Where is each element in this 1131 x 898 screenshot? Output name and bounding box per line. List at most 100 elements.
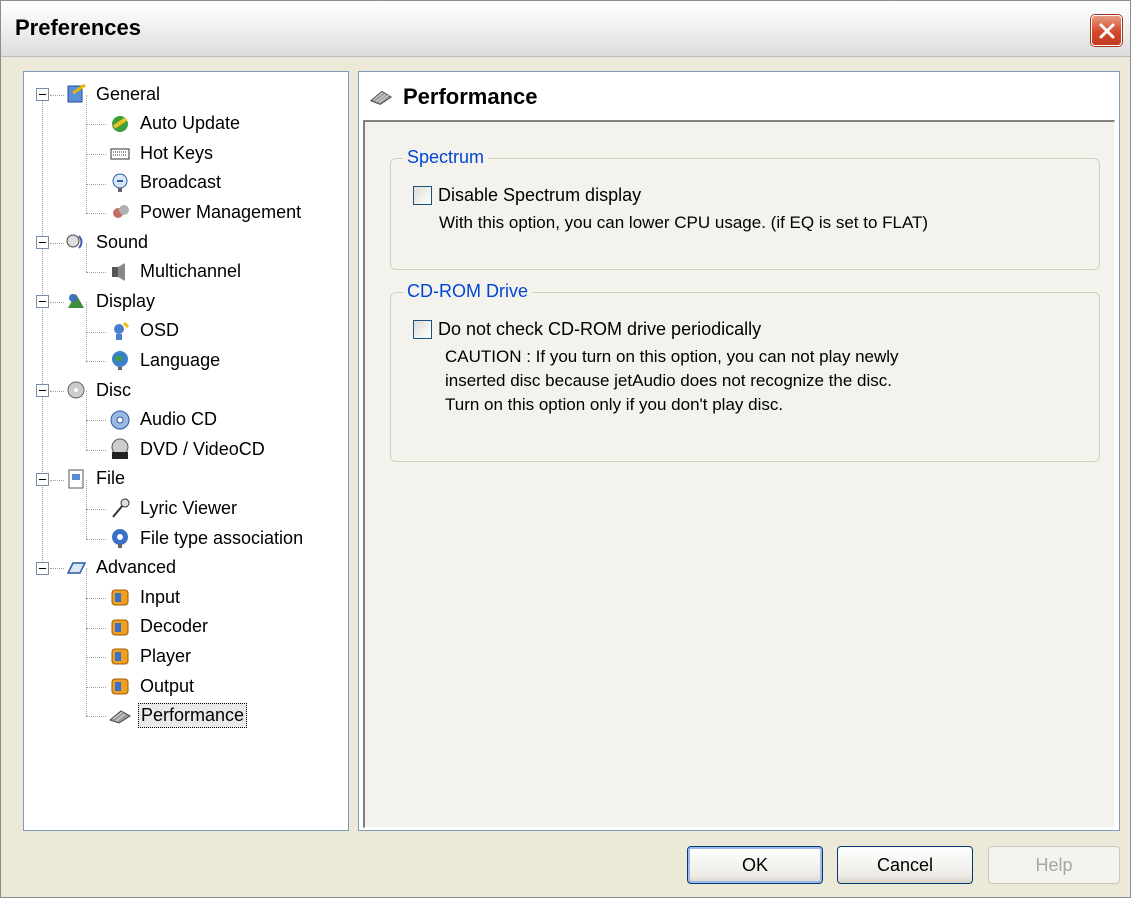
tree-category[interactable]: Sound [64,228,150,256]
collapse-toggle[interactable] [36,561,49,575]
tree-item[interactable]: Broadcast [108,169,223,197]
collapse-toggle[interactable] [36,384,49,397]
tree-item[interactable]: Hot Keys [108,139,215,167]
spectrum-group-title: Spectrum [403,147,489,168]
caution-line: Turn on this option only if you don't pl… [445,395,784,414]
collapse-toggle[interactable] [36,472,49,486]
collapse-toggle[interactable] [36,236,49,249]
tree-connector [86,538,106,540]
tree-connector [86,420,106,422]
settings-panel: Performance Spectrum Disable Spectrum di… [358,71,1120,831]
tree-connector [86,657,106,659]
keyboard-icon [108,141,132,165]
tree-connector [86,272,106,274]
plugin-icon [108,585,132,609]
plugin-icon [108,644,132,668]
tree-category[interactable]: Advanced [64,554,178,582]
tree-item-label: Audio CD [140,409,218,430]
category-tree[interactable]: General Auto Update Hot Keys Broadcast Power… [23,71,349,831]
tree-connector [86,450,106,451]
window-title: Preferences [15,15,141,40]
tree-item[interactable]: Performance [108,702,248,730]
cancel-button[interactable]: Cancel [837,846,973,884]
tree-item-label: Advanced [96,557,177,578]
cdrom-group: CD-ROM Drive Do not check CD-ROM drive p… [390,281,1100,462]
spectrum-group: Spectrum Disable Spectrum display With t… [390,147,1100,270]
tree-category[interactable]: Disc [64,376,133,404]
general-icon [64,82,88,106]
tree-item[interactable]: DVD / VideoCD [108,435,267,463]
broadcast-icon [108,171,132,195]
cdrom-check-checkbox[interactable] [413,320,432,339]
close-icon [1099,23,1114,38]
panel-header: Performance [359,72,1119,122]
caution-line: inserted disc because jetAudio does not … [445,371,892,390]
preferences-dialog: Preferences General Auto Update Hot Keys Br… [0,0,1131,898]
tree-category[interactable]: General [64,80,162,108]
tree-item-label: Multichannel [140,261,242,282]
tree-connector [86,716,106,718]
tree-connector [86,568,87,717]
disc-icon [64,378,88,402]
display-icon [64,289,88,313]
collapse-toggle[interactable] [36,88,49,101]
tree-category[interactable]: Display [64,287,157,315]
chip-icon [108,704,132,728]
tree-item-label: Auto Update [140,113,241,134]
tree-item[interactable]: Output [108,672,196,700]
globe-icon [108,348,132,372]
tree-item[interactable]: OSD [108,317,181,345]
spectrum-note: With this option, you can lower CPU usag… [439,213,929,232]
tree-item-label: Sound [96,231,149,252]
help-button[interactable]: Help [988,846,1120,884]
tree-connector [50,94,64,96]
tree-item-label: OSD [140,320,180,341]
close-button[interactable] [1091,15,1122,46]
tree-connector [86,331,106,333]
tree-item[interactable]: Audio CD [108,406,219,434]
tree-item[interactable]: Lyric Viewer [108,494,239,522]
update-icon [108,112,132,136]
title-bar[interactable]: Preferences [1,1,1130,57]
tree-item-label: DVD / VideoCD [140,438,265,459]
tree-connector [86,154,106,155]
dvd-icon [108,437,132,461]
tree-connector [86,213,106,215]
tree-item[interactable]: Multichannel [108,258,243,286]
disable-spectrum-checkbox[interactable] [413,186,432,205]
tree-connector [50,302,64,303]
disable-spectrum-option[interactable]: Disable Spectrum display [413,185,641,206]
tree-connector [86,686,106,688]
tree-item-label: Disc [96,379,131,400]
ok-button[interactable]: OK [687,846,823,884]
cdrom-check-option[interactable]: Do not check CD-ROM drive periodically [413,319,761,340]
tree-item[interactable]: Auto Update [108,110,242,138]
tree-item-label: File type association [140,527,304,548]
tree-item[interactable]: Power Management [108,198,303,226]
cdrom-check-label: Do not check CD-ROM drive periodically [438,319,762,339]
tree-item[interactable]: File type association [108,524,305,552]
tree-item-label: Hot Keys [140,142,214,163]
tree-item-label: Power Management [140,201,302,222]
speaker-icon [108,260,132,284]
tree-item[interactable]: Player [108,642,193,670]
osd-icon [108,319,132,343]
panel-body: Spectrum Disable Spectrum display With t… [363,120,1115,828]
tree-item[interactable]: Decoder [108,613,210,641]
caution-line: CAUTION : If you turn on this option, yo… [445,347,899,366]
panel-title: Performance [403,84,538,109]
tree-item-label: Broadcast [140,172,222,193]
tree-connector [42,94,43,569]
plugin-icon [108,615,132,639]
tree-category[interactable]: File [64,465,127,493]
tree-item-label: Performance [138,703,248,729]
tree-item[interactable]: Input [108,583,182,611]
mic-icon [108,496,132,520]
cdrom-caution-note: CAUTION : If you turn on this option, yo… [445,345,899,417]
tree-item-label: Decoder [140,616,209,637]
sound-icon [64,230,88,254]
tree-item-label: General [96,83,161,104]
tree-item-label: Lyric Viewer [140,497,238,518]
tree-item[interactable]: Language [108,346,222,374]
collapse-toggle[interactable] [36,295,49,309]
